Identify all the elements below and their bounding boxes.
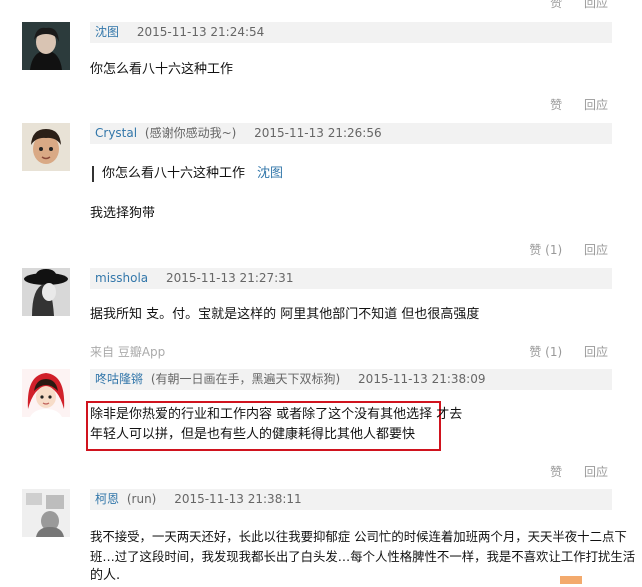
comment-actions: 赞 (1) 回应 [511, 241, 608, 258]
comment-text-line: 年轻人可以拼，但是也有些人的健康耗得比其他人都要快 [90, 427, 416, 442]
comment-text: 你怎么看八十六这种工作 [90, 62, 234, 77]
comment-text: 据我所知 支。付。宝就是这样的 阿里其他部门不知道 但也很高强度 [90, 307, 480, 322]
comment-header: 沈图 2015-11-13 21:24:54 [90, 22, 612, 43]
comment-actions: 赞 回应 [532, 463, 608, 480]
author-link[interactable]: misshola [95, 271, 148, 285]
comment-header: Crystal (感谢你感动我~) 2015-11-13 21:26:56 [90, 123, 612, 144]
avatar[interactable] [22, 369, 70, 417]
author-link[interactable]: 柯恩 [95, 492, 119, 506]
top-actions: 赞 回应 [532, 0, 608, 11]
comment-time: 2015-11-13 21:26:56 [254, 126, 382, 140]
author-signature: (有朝一日画在手，黑遍天下双标狗) [150, 372, 341, 386]
comment-text: 我选择狗带 [90, 206, 156, 221]
like-link[interactable]: 赞 [550, 0, 562, 10]
avatar[interactable] [22, 489, 70, 537]
author-signature: (感谢你感动我~) [144, 126, 237, 140]
quoted-text: 你怎么看八十六这种工作 [102, 166, 246, 181]
reply-link[interactable]: 回应 [584, 243, 608, 257]
like-link[interactable]: 赞 [550, 465, 562, 479]
quoted-author-link[interactable]: 沈图 [257, 166, 283, 181]
like-link[interactable]: 赞 [550, 98, 562, 112]
author-link[interactable]: 咚咕隆锵 [95, 372, 143, 386]
comment-actions: 赞 (1) 回应 [511, 343, 608, 360]
comment-text-line: 我不接受，一天两天还好，长此以往我要抑郁症 公司忙的时候连着加班两个月，天天半夜… [90, 529, 627, 544]
comment-text-line: 除非是你热爱的行业和工作内容 或者除了这个没有其他选择 才去 [90, 407, 463, 422]
comment-header: misshola 2015-11-13 21:27:31 [90, 268, 612, 289]
reply-link[interactable]: 回应 [584, 0, 608, 10]
comment-time: 2015-11-13 21:24:54 [136, 25, 265, 39]
quoted-comment: 你怎么看八十六这种工作 沈图 [92, 166, 283, 182]
like-link[interactable]: 赞 (1) [529, 345, 562, 359]
like-link[interactable]: 赞 (1) [529, 243, 562, 257]
comment-time: 2015-11-13 21:27:31 [166, 271, 294, 285]
avatar[interactable] [22, 123, 70, 171]
comment-header: 咚咕隆锵 (有朝一日画在手，黑遍天下双标狗) 2015-11-13 21:38:… [90, 369, 612, 390]
comment-time: 2015-11-13 21:38:11 [174, 492, 302, 506]
comment-time: 2015-11-13 21:38:09 [358, 372, 486, 386]
comment-header: 柯恩 (run) 2015-11-13 21:38:11 [90, 489, 612, 510]
decorative-mark [560, 576, 582, 584]
author-link[interactable]: Crystal [95, 126, 137, 140]
author-link[interactable]: 沈图 [95, 25, 119, 39]
comment-source: 来自 豆瓣App [90, 345, 166, 359]
comment-actions: 赞 回应 [532, 96, 608, 113]
reply-link[interactable]: 回应 [584, 345, 608, 359]
reply-link[interactable]: 回应 [584, 465, 608, 479]
author-signature: (run) [126, 492, 157, 506]
avatar[interactable] [22, 268, 70, 316]
reply-link[interactable]: 回应 [584, 98, 608, 112]
avatar[interactable] [22, 22, 70, 70]
comment-text-line: 班…过了这段时间，我发现我都长出了白头发…每个人性格脾性不一样，我是不喜欢让工作… [90, 549, 636, 564]
